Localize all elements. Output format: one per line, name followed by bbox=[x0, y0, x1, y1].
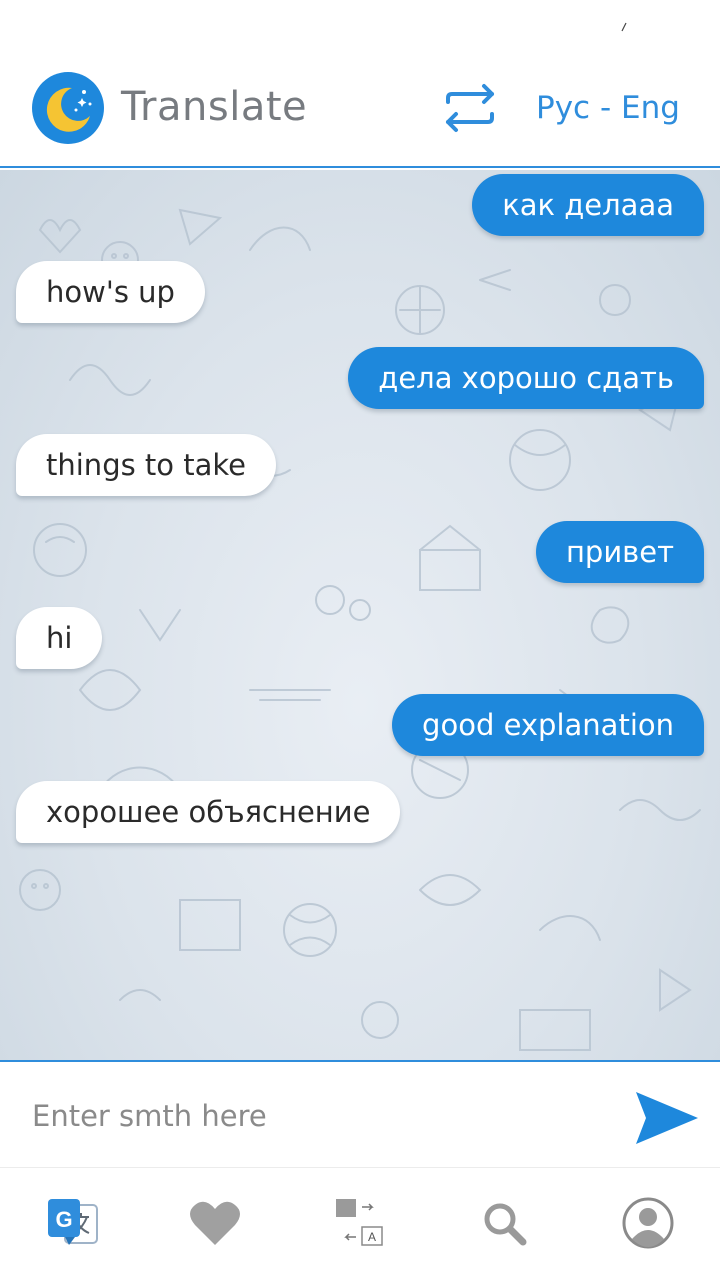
app-header: Translate Рус - Eng bbox=[0, 60, 720, 168]
heart-icon bbox=[190, 1201, 240, 1245]
outgoing-message[interactable]: привет bbox=[535, 521, 704, 583]
outgoing-message[interactable]: дела хорошо сдать bbox=[348, 347, 704, 409]
svg-text:G: G bbox=[55, 1207, 72, 1232]
user-profile-icon bbox=[622, 1197, 674, 1249]
incoming-message[interactable]: how's up bbox=[16, 261, 205, 323]
outgoing-message[interactable]: как делааа bbox=[472, 174, 704, 236]
outgoing-message[interactable]: good explanation bbox=[392, 694, 704, 756]
nav-translate[interactable]: G bbox=[45, 1195, 101, 1251]
send-button[interactable] bbox=[632, 1088, 702, 1148]
flashcards-icon: A bbox=[336, 1199, 383, 1246]
send-icon bbox=[636, 1092, 698, 1144]
swap-arrows-icon bbox=[446, 84, 494, 132]
search-icon bbox=[484, 1203, 527, 1246]
incoming-message[interactable]: things to take bbox=[16, 434, 276, 496]
bottom-navigation: G A bbox=[0, 1169, 720, 1280]
nav-favorites[interactable] bbox=[187, 1195, 243, 1251]
nav-cards[interactable]: A bbox=[332, 1195, 388, 1251]
swap-languages-button[interactable] bbox=[442, 82, 498, 134]
language-pair-selector[interactable]: Рус - Eng bbox=[536, 90, 680, 126]
incoming-message[interactable]: hi bbox=[16, 607, 103, 669]
message-input[interactable] bbox=[16, 1084, 606, 1148]
page-title: Translate bbox=[121, 84, 308, 130]
chat-area: как делааа how's up дела хорошо сдать th… bbox=[0, 170, 720, 1062]
google-translate-icon: G bbox=[48, 1199, 98, 1245]
message-composer bbox=[0, 1064, 720, 1168]
nav-search[interactable] bbox=[476, 1195, 532, 1251]
status-bar bbox=[0, 0, 720, 60]
incoming-message[interactable]: хорошее объяснение bbox=[16, 781, 401, 843]
moon-stars-icon bbox=[32, 72, 104, 144]
svg-text:A: A bbox=[368, 1230, 376, 1244]
status-mark bbox=[621, 22, 627, 32]
nav-profile[interactable] bbox=[620, 1195, 676, 1251]
